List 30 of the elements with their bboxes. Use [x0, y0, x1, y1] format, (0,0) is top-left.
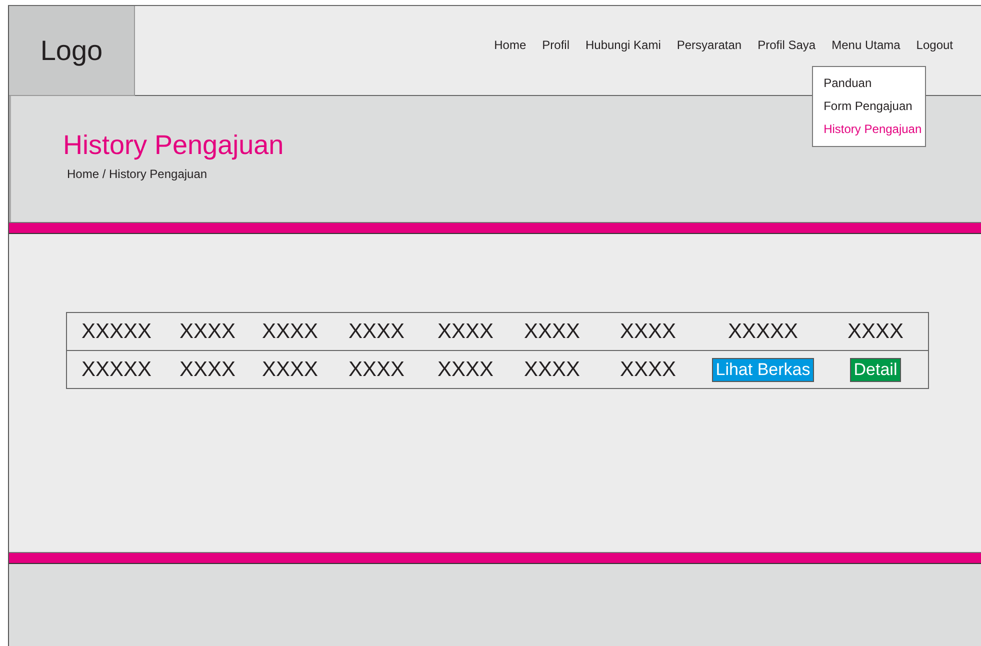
- nav-link[interactable]: Profil Saya: [750, 38, 824, 52]
- table-cell: XXXX: [437, 358, 494, 382]
- logo-text: Logo: [40, 34, 103, 66]
- table-cell: XXXX: [620, 320, 676, 344]
- nav-link[interactable]: Menu Utama: [824, 38, 908, 52]
- table-cell: XXXXX: [728, 320, 798, 344]
- nav-link[interactable]: Logout: [908, 38, 961, 52]
- table-cell: XXXX: [437, 320, 494, 344]
- table-cell: XXXX: [847, 320, 904, 344]
- page-title: History Pengajuan: [63, 130, 285, 161]
- table-cell: XXXXX: [81, 320, 152, 344]
- table-cell: XXXX: [262, 358, 318, 382]
- dropdown-item[interactable]: History Pengajuan: [812, 118, 925, 141]
- table-cell: XXXXX: [81, 358, 152, 382]
- table-cell: XXXX: [262, 320, 318, 344]
- table-cell: XXXX: [620, 358, 676, 382]
- nav-link[interactable]: Hubungi Kami: [577, 38, 669, 52]
- table-action-button[interactable]: Detail: [850, 358, 902, 382]
- table-cell: XXXX: [524, 358, 580, 382]
- table-cell: XXXX: [348, 358, 405, 382]
- dropdown-item[interactable]: Panduan: [812, 72, 925, 95]
- nav-link[interactable]: Persyaratan: [668, 38, 750, 52]
- nav-link[interactable]: Profil: [534, 38, 578, 52]
- nav-link[interactable]: Home: [486, 38, 534, 52]
- table-cell: XXXX: [179, 320, 236, 344]
- dropdown-item[interactable]: Form Pengajuan: [812, 95, 925, 118]
- table-cell: XXXX: [348, 320, 405, 344]
- table-cell: XXXX: [524, 320, 580, 344]
- table-cell: XXXX: [179, 358, 236, 382]
- breadcrumb: Home / History Pengajuan: [67, 167, 208, 181]
